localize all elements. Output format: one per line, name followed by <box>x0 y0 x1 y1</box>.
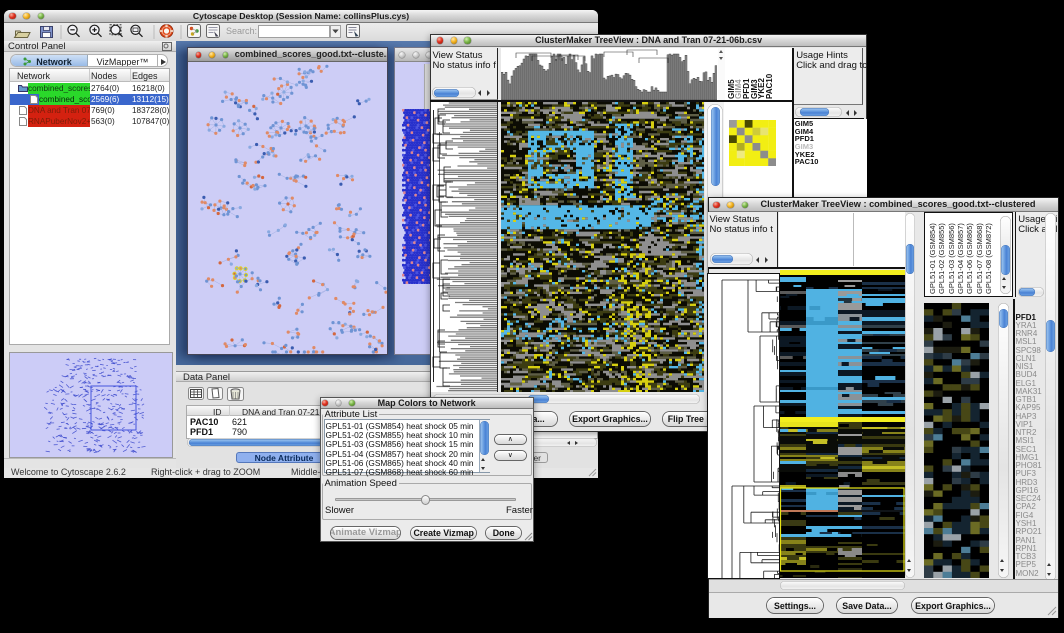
svg-text:Search:: Search: <box>226 26 257 36</box>
